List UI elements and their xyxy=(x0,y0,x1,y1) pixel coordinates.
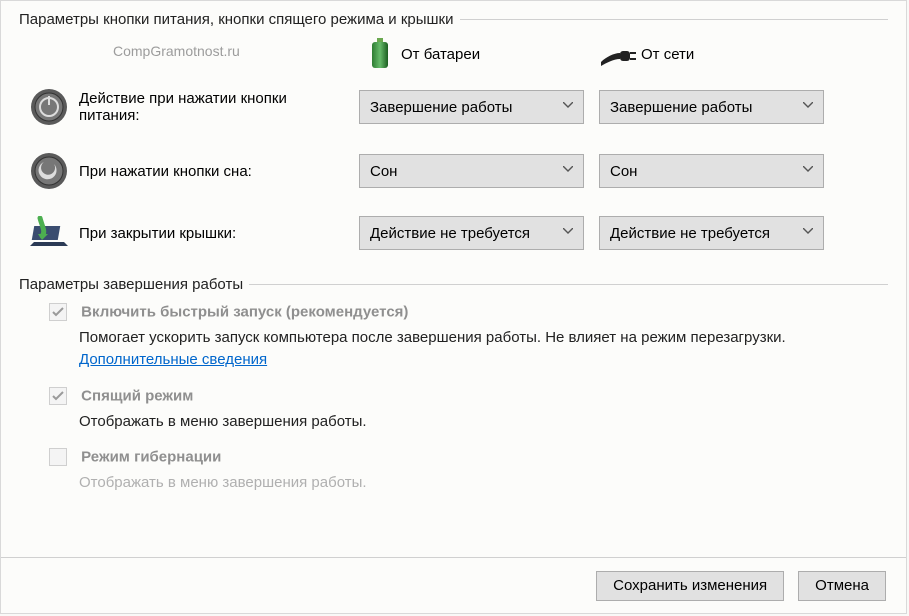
save-button[interactable]: Сохранить изменения xyxy=(596,571,784,601)
sleep-button-ac-select[interactable]: Сон xyxy=(599,154,824,188)
chevron-down-icon xyxy=(563,228,573,238)
shutdown-options: Включить быстрый запуск (рекомендуется) … xyxy=(49,303,888,494)
columns-header: CompGramotnost.ru От батареи xyxy=(19,38,888,70)
power-options-panel: Параметры кнопки питания, кнопки спящего… xyxy=(0,0,907,614)
option-sleep-desc: Отображать в меню завершения работы. xyxy=(79,411,888,433)
battery-icon xyxy=(359,38,401,70)
select-value: Завершение работы xyxy=(370,99,512,116)
power-button-ac-select[interactable]: Завершение работы xyxy=(599,90,824,124)
select-value: Сон xyxy=(370,163,397,180)
option-fast-startup: Включить быстрый запуск (рекомендуется) xyxy=(49,303,888,321)
checkbox-hibernate[interactable] xyxy=(49,448,67,466)
group-title: Параметры завершения работы xyxy=(19,276,249,293)
group-title: Параметры кнопки питания, кнопки спящего… xyxy=(19,11,460,28)
checkbox-label: Включить быстрый запуск (рекомендуется) xyxy=(81,304,408,321)
power-button-battery-select[interactable]: Завершение работы xyxy=(359,90,584,124)
checkbox-fast-startup[interactable] xyxy=(49,303,67,321)
select-value: Действие не требуется xyxy=(370,225,530,242)
chevron-down-icon xyxy=(563,166,573,176)
divider xyxy=(249,284,888,285)
plug-icon xyxy=(599,41,641,67)
chevron-down-icon xyxy=(803,166,813,176)
group-header-shutdown: Параметры завершения работы xyxy=(19,276,888,293)
checkbox-label: Спящий режим xyxy=(81,387,193,404)
group-header-buttons-lid: Параметры кнопки питания, кнопки спящего… xyxy=(19,11,888,28)
watermark-text: CompGramotnost.ru xyxy=(113,43,359,59)
option-fast-startup-desc: Помогает ускорить запуск компьютера посл… xyxy=(79,327,888,371)
col-battery-label: От батареи xyxy=(401,46,480,63)
dialog-footer: Сохранить изменения Отмена xyxy=(1,557,906,613)
more-info-link[interactable]: Дополнительные сведения xyxy=(79,351,267,368)
row-sleep-button: При нажатии кнопки сна: Сон Сон xyxy=(19,152,888,190)
sleep-button-battery-select[interactable]: Сон xyxy=(359,154,584,188)
check-icon xyxy=(50,390,66,402)
checkbox-label: Режим гибернации xyxy=(81,449,221,466)
row-power-button-label: Действие при нажатии кнопки питания: xyxy=(79,90,359,124)
row-power-button: Действие при нажатии кнопки питания: Зав… xyxy=(19,88,888,126)
power-button-icon xyxy=(19,88,79,126)
lid-close-ac-select[interactable]: Действие не требуется xyxy=(599,216,824,250)
select-value: Завершение работы xyxy=(610,99,752,116)
chevron-down-icon xyxy=(803,102,813,112)
col-ac-label: От сети xyxy=(641,46,694,63)
cancel-button[interactable]: Отмена xyxy=(798,571,886,601)
row-lid-close-label: При закрытии крышки: xyxy=(79,225,359,242)
row-lid-close: При закрытии крышки: Действие не требует… xyxy=(19,216,888,250)
select-value: Сон xyxy=(610,163,637,180)
col-battery-header: От батареи xyxy=(359,38,599,70)
chevron-down-icon xyxy=(563,102,573,112)
col-ac-header: От сети xyxy=(599,41,839,67)
row-sleep-button-label: При нажатии кнопки сна: xyxy=(79,163,359,180)
chevron-down-icon xyxy=(803,228,813,238)
scroll-area: Параметры кнопки питания, кнопки спящего… xyxy=(1,1,906,541)
lid-close-icon xyxy=(19,216,79,250)
option-hibernate: Режим гибернации xyxy=(49,448,888,466)
option-hibernate-desc: Отображать в меню завершения работы. xyxy=(79,472,888,494)
select-value: Действие не требуется xyxy=(610,225,770,242)
divider xyxy=(460,19,888,20)
option-sleep: Спящий режим xyxy=(49,387,888,405)
lid-close-battery-select[interactable]: Действие не требуется xyxy=(359,216,584,250)
sleep-button-icon xyxy=(19,152,79,190)
checkbox-sleep[interactable] xyxy=(49,387,67,405)
check-icon xyxy=(50,306,66,318)
